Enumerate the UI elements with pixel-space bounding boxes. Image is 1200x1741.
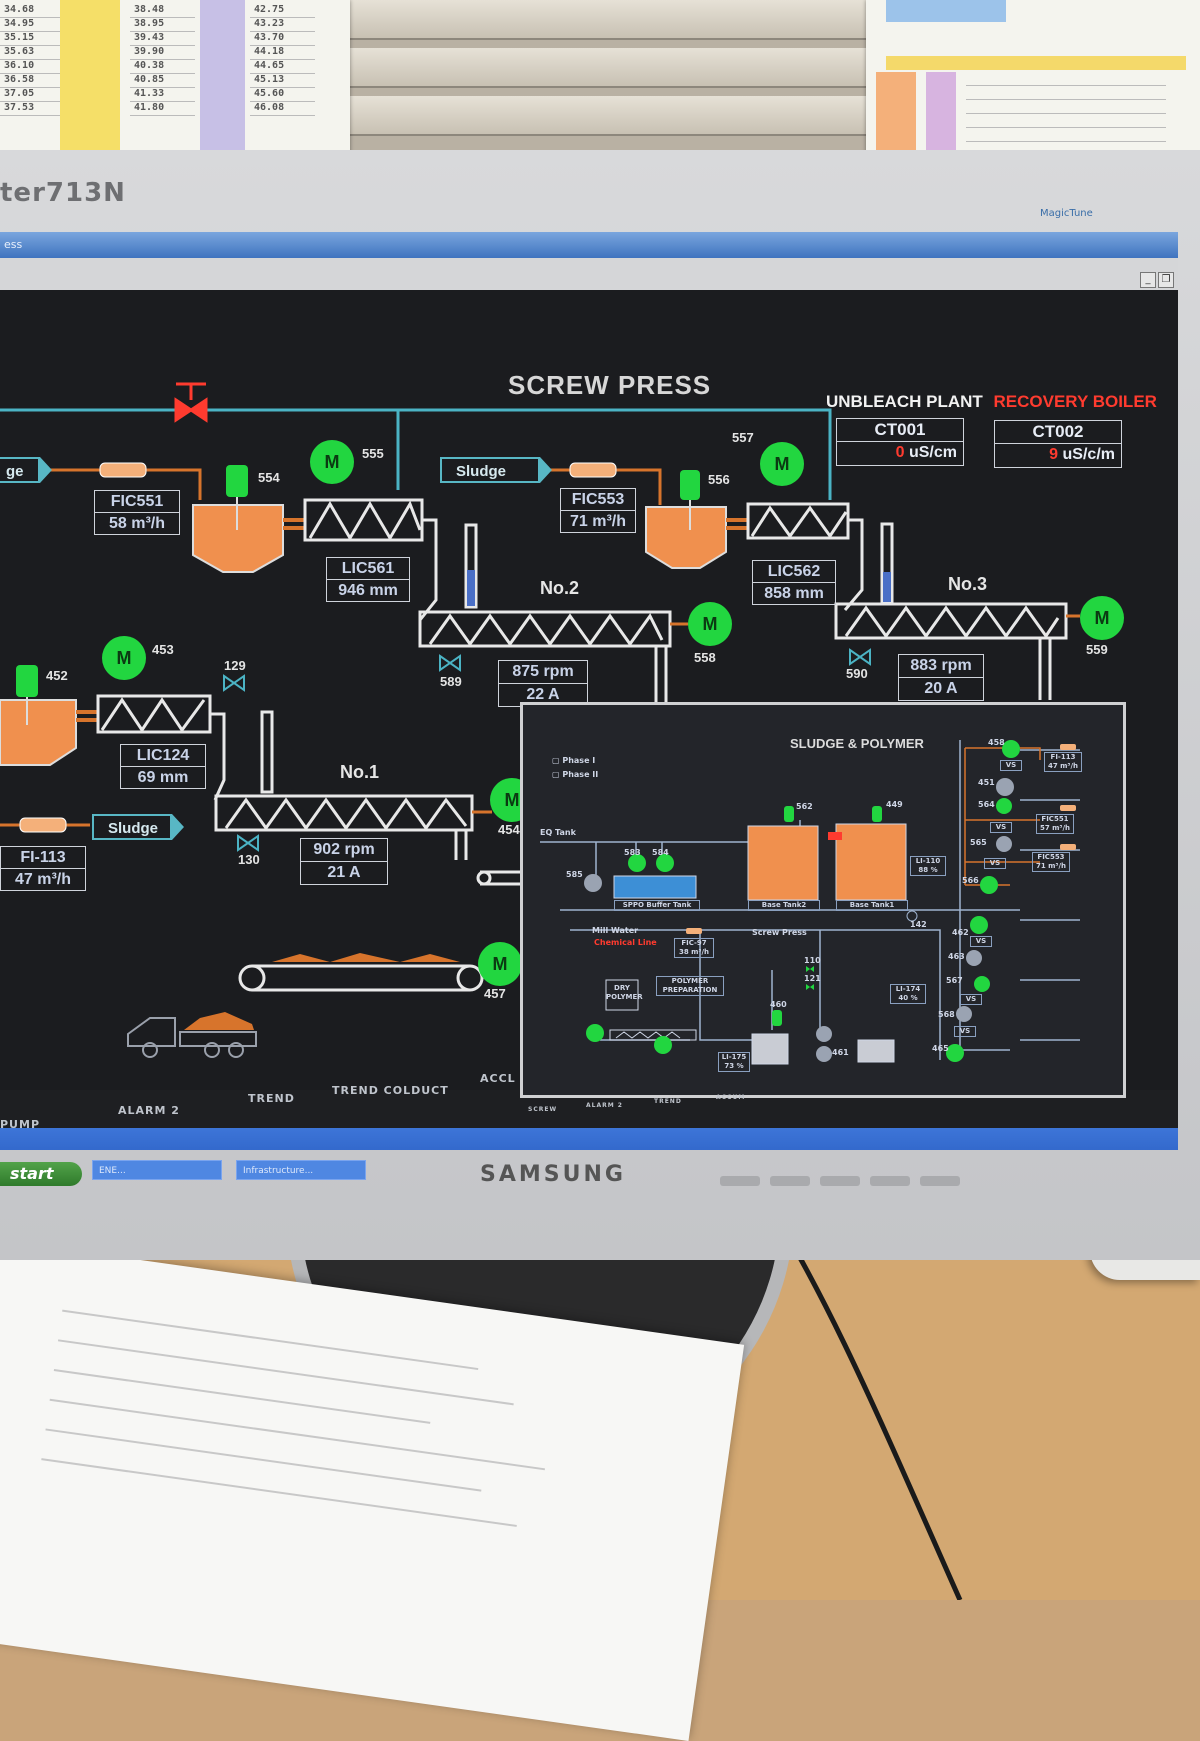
dry-polymer-label: DRY POLYMER: [606, 984, 643, 1001]
num-label: 568: [938, 1010, 955, 1019]
num-label: 460: [770, 1000, 787, 1009]
buffer-tank-label: SPPO Buffer Tank: [614, 900, 700, 911]
pump-566[interactable]: [980, 876, 998, 894]
num-label: 110: [804, 956, 821, 965]
num-label: 465: [932, 1044, 949, 1053]
inset-tab-alarm-2[interactable]: ALARM 2: [586, 1102, 623, 1109]
inset-tab-trend[interactable]: TREND: [654, 1098, 682, 1105]
pump-585[interactable]: [584, 874, 602, 892]
inset-tab-screw[interactable]: SCREW: [528, 1106, 557, 1113]
fic553-inset-readout[interactable]: FIC553 71 m³/h: [1032, 852, 1070, 872]
vs-box[interactable]: VS: [990, 822, 1012, 833]
pump-451[interactable]: [996, 778, 1014, 796]
chemical-line-label: Chemical Line: [594, 938, 657, 947]
num-label: 564: [978, 800, 995, 809]
agitator-562[interactable]: [784, 806, 794, 822]
screw-press-label: Screw Press: [752, 928, 807, 937]
num-label: 121: [804, 974, 821, 983]
vs-box[interactable]: VS: [960, 994, 982, 1005]
pump-564[interactable]: [996, 798, 1012, 814]
fi113-inset-readout[interactable]: FI-113 47 m³/h: [1044, 752, 1082, 772]
fic551-inset-readout[interactable]: FIC551 57 m³/h: [1036, 814, 1074, 834]
base-tank1-label: Base Tank1: [836, 900, 908, 911]
pump-459[interactable]: [654, 1036, 672, 1054]
num-label: 584: [652, 848, 669, 857]
mill-water-label: Mill Water: [592, 926, 639, 935]
agitator-449[interactable]: [872, 806, 882, 822]
polymer-preparation-label[interactable]: POLYMER PREPARATION: [656, 976, 724, 996]
pump-565[interactable]: [996, 836, 1012, 852]
pump-463[interactable]: [966, 950, 982, 966]
num-label: 451: [978, 778, 995, 787]
num-label: 461: [832, 1048, 849, 1057]
num-label: 566: [962, 876, 979, 885]
li110-readout[interactable]: LI-110 88 %: [910, 856, 946, 876]
motor-dry-polymer[interactable]: [586, 1024, 604, 1042]
fic97-readout[interactable]: FIC-97 38 m³/h: [674, 938, 714, 958]
num-label: 462: [952, 928, 969, 937]
num-label: 565: [970, 838, 987, 847]
base-tank2-label: Base Tank2: [748, 900, 820, 911]
num-label: 567: [946, 976, 963, 985]
num-label: 142: [910, 920, 927, 929]
pump-461b[interactable]: [816, 1046, 832, 1062]
num-label: 585: [566, 870, 583, 879]
inset-diagram: [540, 740, 1080, 1065]
pump-567[interactable]: [974, 976, 990, 992]
vs-box[interactable]: VS: [954, 1026, 976, 1037]
li174-readout[interactable]: LI-174 40 %: [890, 984, 926, 1004]
taskbar-item[interactable]: Infrastructure...: [236, 1160, 366, 1180]
num-label: 449: [886, 800, 903, 809]
start-button[interactable]: start: [0, 1162, 82, 1186]
inset-tab-accum[interactable]: ACCUM: [716, 1094, 745, 1101]
vs-box[interactable]: VS: [970, 936, 992, 947]
pump-568[interactable]: [956, 1006, 972, 1022]
num-label: 458: [988, 738, 1005, 747]
taskbar-item[interactable]: ENE...: [92, 1160, 222, 1180]
vs-box[interactable]: VS: [1000, 760, 1022, 771]
num-label: 463: [948, 952, 965, 961]
agitator-460[interactable]: [772, 1010, 782, 1026]
li175-readout[interactable]: LI-175 73 %: [718, 1052, 750, 1072]
vs-box[interactable]: VS: [984, 858, 1006, 869]
num-label: 583: [624, 848, 641, 857]
pump-461[interactable]: [816, 1026, 832, 1042]
pump-462[interactable]: [970, 916, 988, 934]
num-label: 562: [796, 802, 813, 811]
